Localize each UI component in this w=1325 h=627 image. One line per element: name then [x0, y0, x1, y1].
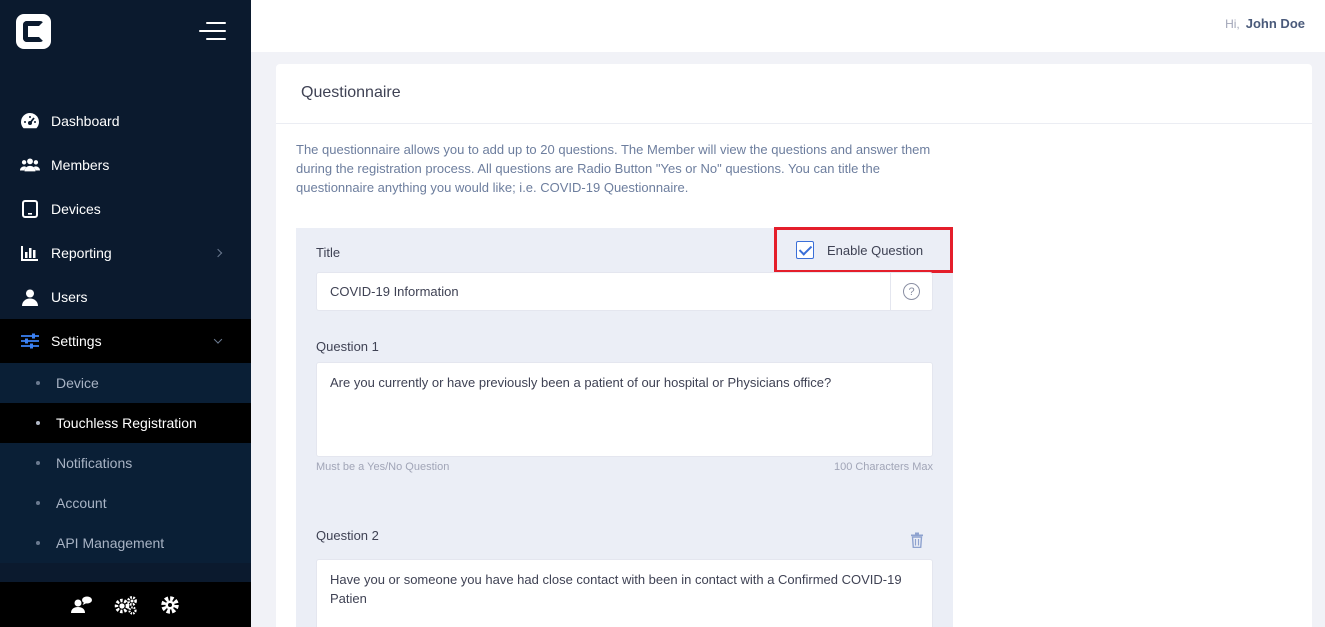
delete-question-trash-icon[interactable]	[910, 532, 924, 549]
user-name: John Doe	[1245, 16, 1305, 31]
sidebar-item-label: Dashboard	[51, 113, 120, 129]
sidebar-item-users[interactable]: Users	[0, 275, 251, 319]
top-bar: Hi, John Doe	[251, 0, 1325, 52]
bullet-dot-icon	[36, 421, 40, 425]
greeting-text: Hi,	[1225, 17, 1240, 31]
enable-question-highlight: Enable Question	[774, 227, 953, 273]
submenu-item-notifications[interactable]: Notifications	[0, 443, 251, 483]
sidebar-item-label: Devices	[51, 201, 101, 217]
sidebar-item-label: Settings	[51, 333, 102, 349]
submenu-item-account[interactable]: Account	[0, 483, 251, 523]
sidebar: Dashboard Members Devices Reporting User…	[0, 0, 251, 627]
question-1-label: Question 1	[316, 339, 379, 354]
chevron-down-icon	[213, 335, 223, 344]
gears-icon[interactable]	[114, 593, 138, 617]
sidebar-nav: Dashboard Members Devices Reporting User…	[0, 99, 251, 563]
enable-question-checkbox[interactable]	[796, 241, 814, 259]
chevron-right-icon	[213, 248, 223, 258]
dashboard-gauge-icon	[20, 111, 40, 131]
sidebar-item-dashboard[interactable]: Dashboard	[0, 99, 251, 143]
hamburger-menu-icon[interactable]	[199, 22, 226, 42]
title-input[interactable]	[317, 273, 890, 310]
bullet-dot-icon	[36, 381, 40, 385]
submenu-item-label: Touchless Registration	[56, 415, 197, 431]
tablet-device-icon	[20, 199, 40, 219]
sidebar-item-label: Reporting	[51, 245, 112, 261]
submenu-item-device[interactable]: Device	[0, 363, 251, 403]
title-input-group: ?	[316, 272, 933, 311]
card-title: Questionnaire	[276, 64, 1312, 124]
help-button[interactable]: ?	[890, 273, 932, 310]
bar-chart-icon	[20, 243, 40, 263]
submenu-item-label: Device	[56, 375, 99, 391]
sliders-icon	[20, 331, 40, 351]
sidebar-footer	[0, 582, 251, 627]
question-1-textarea[interactable]: Are you currently or have previously bee…	[316, 362, 933, 457]
bullet-dot-icon	[36, 461, 40, 465]
sidebar-item-label: Members	[51, 157, 110, 173]
user-chat-icon[interactable]	[70, 593, 94, 617]
sidebar-item-settings[interactable]: Settings	[0, 319, 251, 363]
submenu-item-label: API Management	[56, 535, 165, 551]
sidebar-item-devices[interactable]: Devices	[0, 187, 251, 231]
sidebar-item-label: Users	[51, 289, 88, 305]
submenu-item-label: Notifications	[56, 455, 133, 471]
bullet-dot-icon	[36, 541, 40, 545]
title-label: Title	[316, 245, 341, 260]
questionnaire-form: Title Enable Question ? Question 1 Are y…	[296, 227, 953, 627]
submenu-item-touchless-registration[interactable]: Touchless Registration	[0, 403, 251, 443]
help-question-icon: ?	[903, 283, 920, 300]
bullet-dot-icon	[36, 501, 40, 505]
question-2-textarea[interactable]: Have you or someone you have had close c…	[316, 559, 933, 627]
question-2-label: Question 2	[316, 528, 379, 543]
question-1-hint: Must be a Yes/No Question	[316, 461, 450, 473]
user-greeting[interactable]: Hi, John Doe	[1225, 16, 1305, 31]
questionnaire-card: Questionnaire The questionnaire allows y…	[276, 64, 1312, 627]
gear-icon[interactable]	[158, 593, 182, 617]
submenu-item-label: Account	[56, 495, 107, 511]
members-group-icon	[20, 155, 40, 175]
enable-question-label[interactable]: Enable Question	[827, 243, 923, 258]
settings-submenu: Device Touchless Registration Notificati…	[0, 363, 251, 563]
sidebar-item-members[interactable]: Members	[0, 143, 251, 187]
submenu-item-api-management[interactable]: API Management	[0, 523, 251, 563]
user-icon	[20, 287, 40, 307]
sidebar-item-reporting[interactable]: Reporting	[0, 231, 251, 275]
question-1-char-limit: 100 Characters Max	[833, 461, 933, 473]
app-logo[interactable]	[16, 14, 51, 49]
questionnaire-description: The questionnaire allows you to add up t…	[296, 142, 931, 195]
